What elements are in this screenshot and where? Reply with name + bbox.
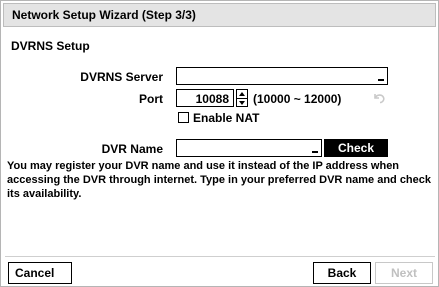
dvrns-server-label: DVRNS Server bbox=[80, 70, 163, 84]
next-button[interactable]: Next bbox=[375, 262, 433, 284]
dvrns-server-input[interactable] bbox=[176, 67, 388, 85]
text-caret bbox=[312, 151, 318, 153]
undo-icon[interactable] bbox=[370, 89, 388, 107]
description-text: You may register your DVR name and use i… bbox=[7, 160, 432, 200]
title-bar: Network Setup Wizard (Step 3/3) bbox=[3, 3, 436, 27]
dvr-name-label: DVR Name bbox=[101, 142, 163, 156]
setup-wizard-window: Network Setup Wizard (Step 3/3) DVRNS Se… bbox=[0, 0, 439, 287]
port-input[interactable]: 10088 bbox=[176, 89, 234, 107]
cancel-button[interactable]: Cancel bbox=[8, 262, 72, 284]
port-value: 10088 bbox=[195, 92, 229, 106]
footer-divider bbox=[5, 256, 435, 257]
back-button[interactable]: Back bbox=[313, 262, 371, 284]
enable-nat-checkbox[interactable] bbox=[178, 112, 189, 123]
section-title: DVRNS Setup bbox=[11, 39, 90, 53]
dvr-name-input[interactable] bbox=[176, 139, 322, 157]
port-range: (10000 ~ 12000) bbox=[253, 92, 342, 106]
text-caret bbox=[378, 79, 384, 81]
spin-up-icon[interactable] bbox=[239, 92, 245, 96]
port-spinner[interactable] bbox=[236, 89, 248, 107]
check-button[interactable]: Check bbox=[324, 139, 388, 157]
enable-nat-label: Enable NAT bbox=[193, 111, 260, 125]
spin-down-icon[interactable] bbox=[239, 101, 245, 105]
window-title: Network Setup Wizard (Step 3/3) bbox=[12, 8, 196, 22]
port-label: Port bbox=[139, 92, 163, 106]
